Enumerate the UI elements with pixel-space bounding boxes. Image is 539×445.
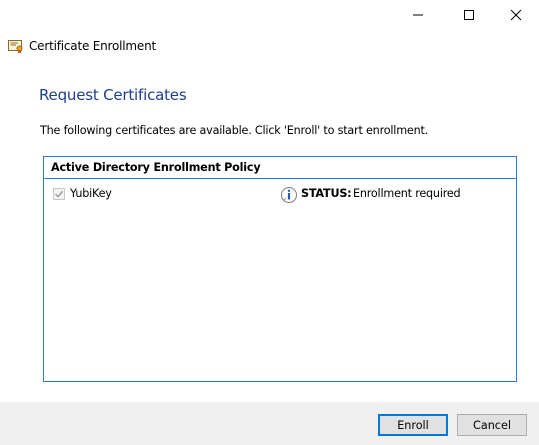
minimize-icon [413, 14, 423, 16]
certificate-enrollment-window: Certificate Enrollment Request Certifica… [0, 0, 539, 445]
dialog-footer: Enroll Cancel [0, 402, 539, 445]
maximize-button[interactable] [446, 0, 492, 30]
enrollment-policy-panel: Active Directory Enrollment Policy YubiK… [43, 156, 517, 382]
page-heading: Request Certificates [39, 86, 187, 104]
intro-text: The following certificates are available… [40, 124, 429, 137]
maximize-icon [464, 10, 474, 20]
policy-name: Active Directory Enrollment Policy [44, 157, 516, 179]
window-title: Certificate Enrollment [29, 39, 156, 53]
status-label: STATUS: [301, 187, 352, 200]
enroll-button[interactable]: Enroll [378, 414, 448, 436]
certificate-row: YubiKey STATUS: Enrollment required [44, 186, 516, 204]
certificate-name: YubiKey [70, 187, 112, 200]
minimize-button[interactable] [395, 0, 441, 30]
window-title-bar: Certificate Enrollment [8, 36, 156, 56]
certificate-icon [8, 40, 23, 54]
info-icon [281, 187, 297, 203]
status-value: Enrollment required [353, 187, 461, 200]
certificate-checkbox[interactable] [53, 188, 65, 200]
close-icon [510, 9, 522, 21]
cancel-button[interactable]: Cancel [457, 414, 527, 436]
checkmark-icon [55, 190, 64, 198]
close-button[interactable] [493, 0, 539, 30]
